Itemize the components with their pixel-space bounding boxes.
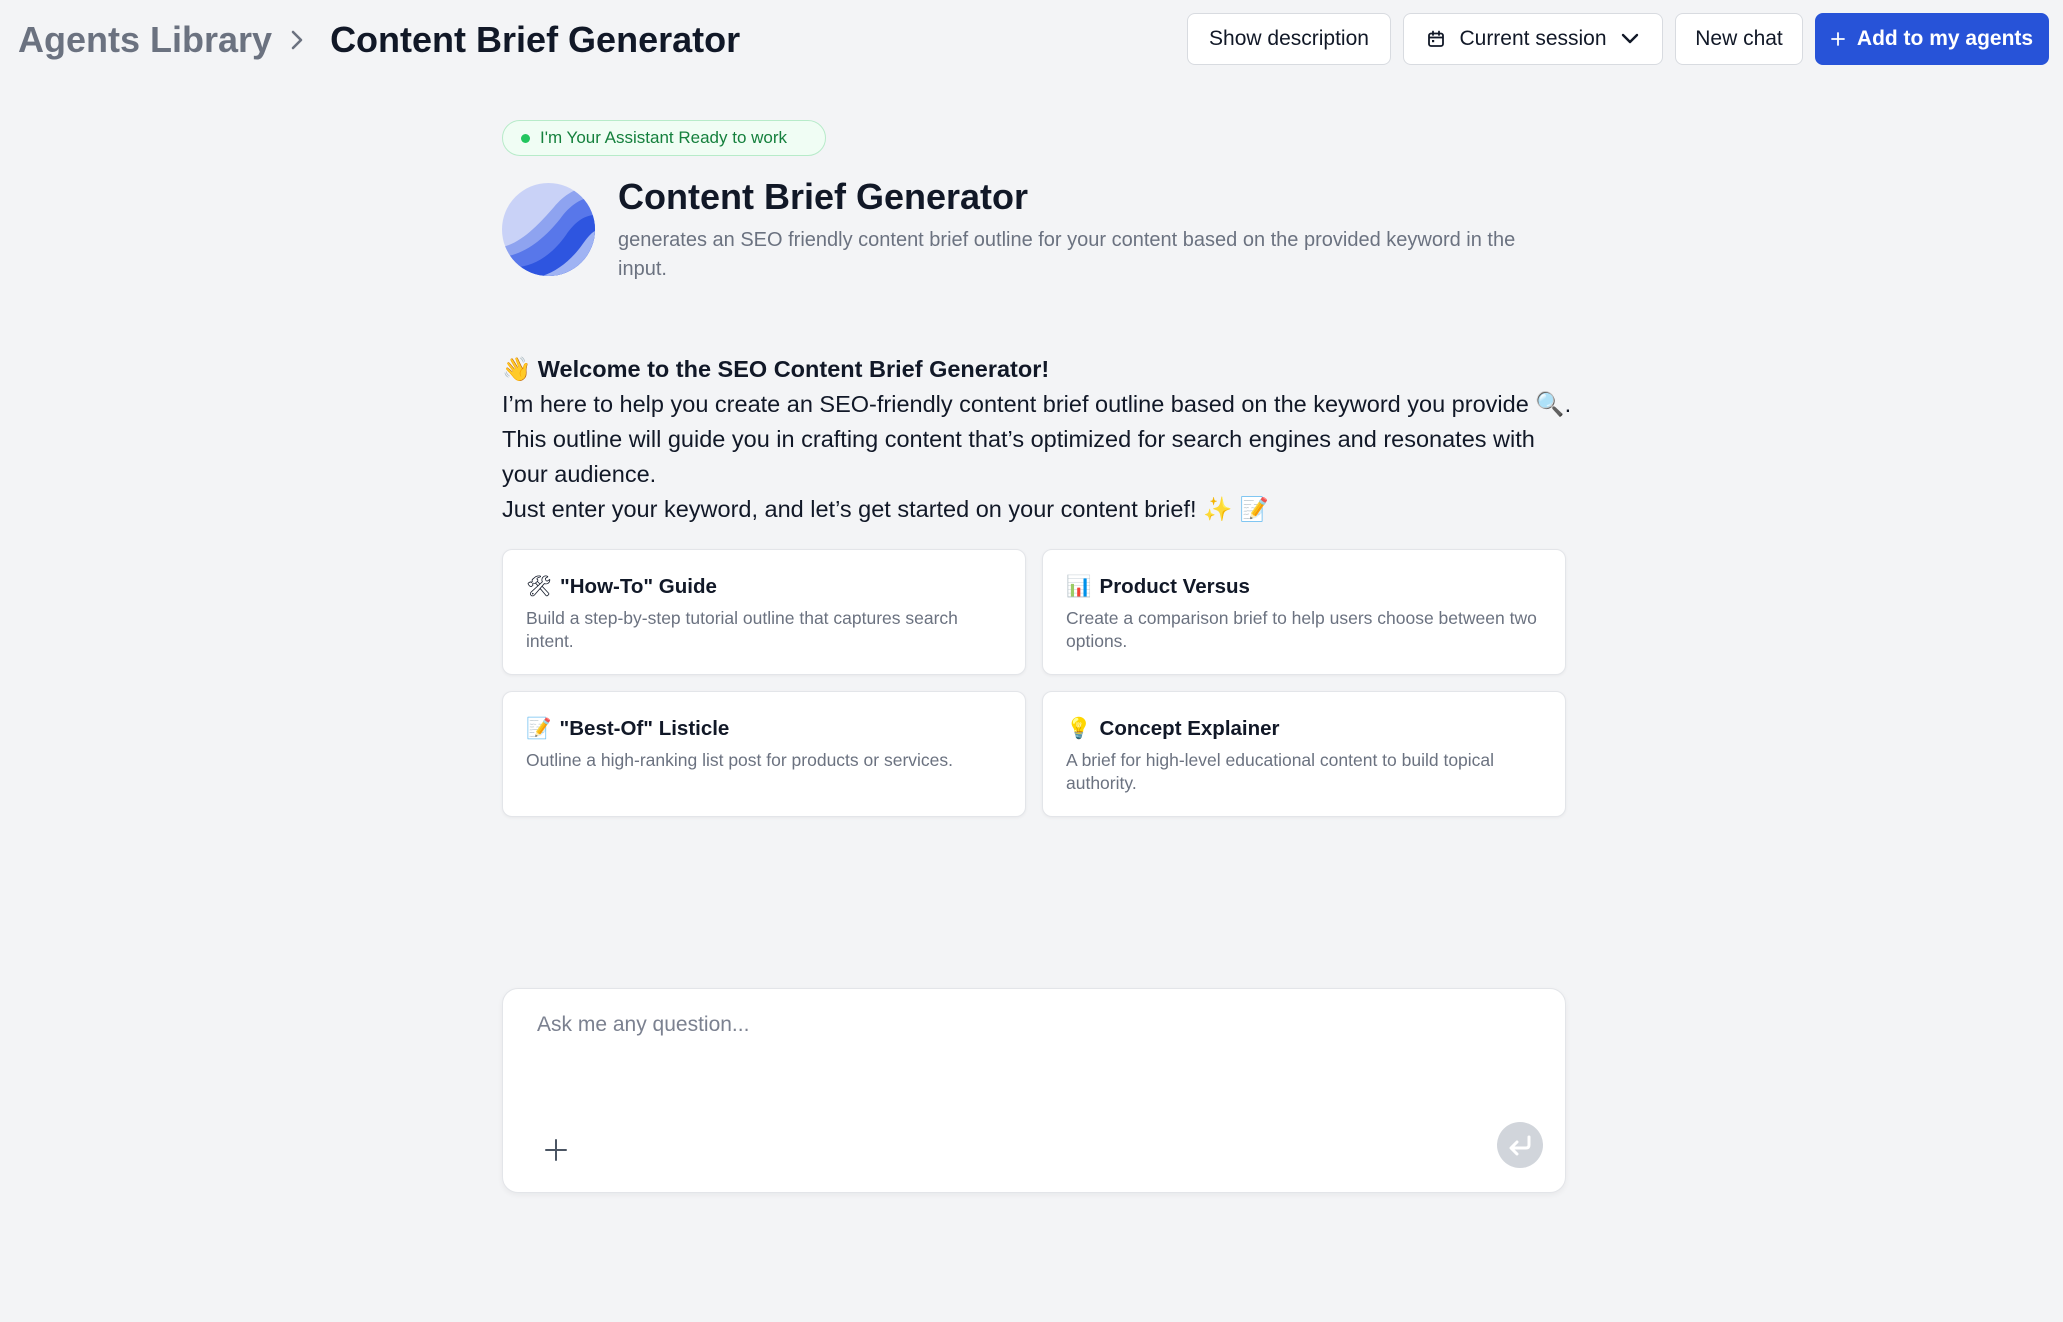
chevron-right-icon [286, 29, 308, 51]
attach-button[interactable] [539, 1133, 573, 1167]
suggestion-description: A brief for high-level educational conte… [1066, 750, 1495, 793]
bar-chart-icon: 📊 [1066, 574, 1092, 598]
suggestion-description: Outline a high-ranking list post for pro… [526, 750, 953, 770]
status-text: I'm Your Assistant Ready to work [540, 128, 788, 147]
session-select-button[interactable]: Current session [1403, 13, 1663, 65]
suggestion-title: "Best-Of" Listicle [559, 716, 730, 740]
welcome-title-line: 👋 Welcome to the SEO Content Brief Gener… [502, 352, 1572, 387]
suggestion-title: Concept Explainer [1099, 716, 1280, 740]
suggestion-title: Product Versus [1099, 574, 1250, 598]
suggestion-card-concept-explainer[interactable]: 💡 Concept Explainer A brief for high-lev… [1042, 691, 1566, 817]
new-chat-label: New chat [1695, 27, 1783, 50]
suggestion-title-row: 💡 Concept Explainer [1066, 716, 1543, 741]
agent-avatar [502, 183, 595, 276]
send-button[interactable] [1497, 1122, 1543, 1168]
calendar-icon [1427, 30, 1445, 48]
chat-composer [502, 988, 1566, 1193]
status-badge: I'm Your Assistant Ready to work [502, 120, 826, 156]
breadcrumb: Agents Library Content Brief Generator [18, 18, 740, 62]
suggestion-title-row: 📊 Product Versus [1066, 574, 1543, 599]
add-to-my-agents-button[interactable]: Add to my agents [1815, 13, 2049, 65]
suggestion-cards: 🛠 "How-To" Guide Build a step-by-step tu… [502, 549, 1566, 817]
suggestion-card-best-of-listicle[interactable]: 📝 "Best-Of" Listicle Outline a high-rank… [502, 691, 1026, 817]
session-label: Current session [1459, 27, 1607, 50]
welcome-title: Welcome to the SEO Content Brief Generat… [537, 356, 1050, 382]
welcome-message: 👋 Welcome to the SEO Content Brief Gener… [502, 352, 1572, 527]
page-title: Content Brief Generator [330, 19, 741, 60]
welcome-body: I’m here to help you create an SEO-frien… [502, 387, 1572, 492]
plus-icon [1831, 32, 1845, 46]
show-description-label: Show description [1209, 27, 1369, 50]
plus-icon [544, 1138, 568, 1162]
new-chat-button[interactable]: New chat [1675, 13, 1803, 65]
suggestion-card-how-to-guide[interactable]: 🛠 "How-To" Guide Build a step-by-step tu… [502, 549, 1026, 675]
suggestion-description: Build a step-by-step tutorial outline th… [526, 608, 958, 651]
suggestion-description: Create a comparison brief to help users … [1066, 608, 1537, 651]
suggestion-card-product-versus[interactable]: 📊 Product Versus Create a comparison bri… [1042, 549, 1566, 675]
enter-arrow-icon [1507, 1134, 1533, 1156]
tools-icon: 🛠 [526, 574, 553, 598]
sparkles-memo-icon: ✨ 📝 [1203, 495, 1270, 523]
chevron-down-icon [1621, 33, 1639, 45]
breadcrumb-agents-library-link[interactable]: Agents Library [18, 19, 272, 61]
agent-description: generates an SEO friendly content brief … [618, 229, 1516, 280]
message-input[interactable] [537, 1013, 1517, 1103]
add-to-my-agents-label: Add to my agents [1856, 27, 2034, 50]
suggestion-title: "How-To" Guide [560, 574, 717, 598]
suggestion-title-row: 📝 "Best-Of" Listicle [526, 716, 1003, 741]
magnifier-icon: 🔍 [1535, 390, 1565, 418]
header-actions: Show description Current session New cha… [1187, 13, 2049, 65]
top-bar: Agents Library Content Brief Generator S… [0, 0, 2063, 80]
agent-name: Content Brief Generator [618, 176, 1029, 217]
suggestion-title-row: 🛠 "How-To" Guide [526, 574, 1003, 599]
status-dot-icon [521, 133, 530, 143]
show-description-button[interactable]: Show description [1187, 13, 1391, 65]
waving-hand-icon: 👋 [502, 355, 532, 383]
welcome-text-part-1: I’m here to help you create an SEO-frien… [502, 391, 1536, 417]
memo-icon: 📝 [526, 716, 552, 740]
welcome-cta-text: Just enter your keyword, and let’s get s… [502, 496, 1197, 522]
welcome-cta-line: Just enter your keyword, and let’s get s… [502, 492, 1572, 527]
light-bulb-icon: 💡 [1066, 716, 1092, 740]
